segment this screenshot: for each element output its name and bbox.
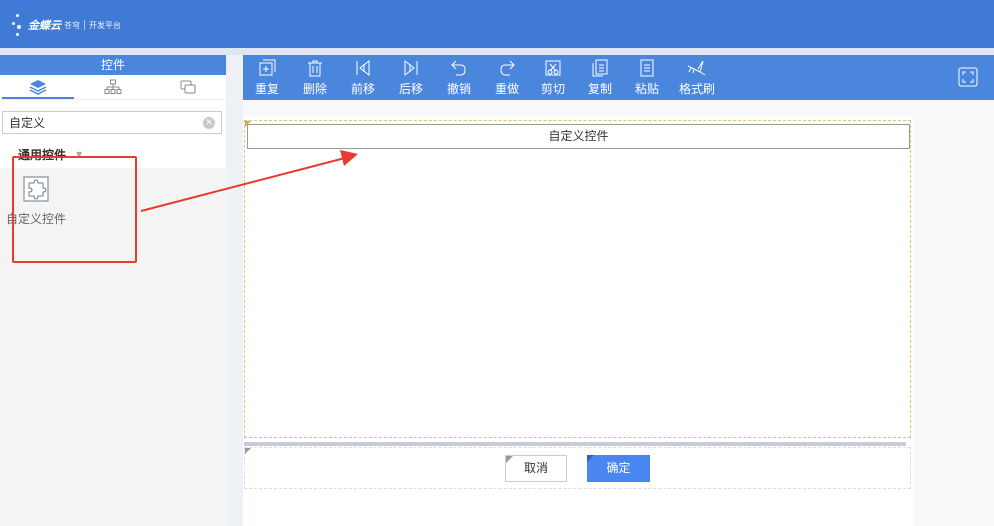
format-brush-button[interactable]: 格式刷 xyxy=(675,55,719,100)
window-icon xyxy=(180,80,196,94)
copy-button[interactable]: 复制 xyxy=(580,55,620,100)
org-tree-icon xyxy=(104,79,122,94)
logo-dots-icon xyxy=(12,14,24,36)
move-backward-label: 后移 xyxy=(398,82,423,96)
control-search-value: 自定义 xyxy=(9,116,46,130)
undo-button[interactable]: 撤销 xyxy=(439,55,479,100)
form-container[interactable] xyxy=(244,120,911,438)
format-brush-icon xyxy=(687,60,706,76)
repeat-label: 重复 xyxy=(254,82,279,96)
app-logo: 金蝶云 苍穹 开发平台 xyxy=(12,14,121,36)
clear-search-icon[interactable]: ✕ xyxy=(203,117,215,129)
move-forward-label: 前移 xyxy=(350,82,375,96)
redo-icon xyxy=(500,60,515,76)
annotation-highlight-box xyxy=(12,156,137,263)
delete-button[interactable]: 删除 xyxy=(295,55,335,100)
controls-panel-title: 控件 xyxy=(0,55,226,75)
active-tab-indicator xyxy=(2,97,74,99)
fullscreen-icon[interactable] xyxy=(958,67,978,87)
paste-icon xyxy=(640,59,654,77)
custom-control-element[interactable]: 自定义控件 xyxy=(247,124,910,149)
ok-label: 确定 xyxy=(606,461,631,475)
cut-button[interactable]: 剪切 xyxy=(533,55,573,100)
format-brush-label: 格式刷 xyxy=(678,82,715,96)
logo-sub: 苍穹 xyxy=(64,20,80,30)
repeat-icon xyxy=(259,59,276,76)
copy-label: 复制 xyxy=(587,82,612,96)
cut-label: 剪切 xyxy=(540,82,565,96)
delete-label: 删除 xyxy=(302,82,327,96)
trash-icon xyxy=(308,60,322,77)
undo-icon xyxy=(451,60,466,76)
move-backward-button[interactable]: 后移 xyxy=(391,55,431,100)
tab-structure[interactable] xyxy=(75,75,150,99)
logo-platform: 开发平台 xyxy=(89,20,121,30)
custom-control-title: 自定义控件 xyxy=(548,129,609,143)
designer-toolbar: 重复 删除 前移 后移 撤销 重做 剪切 复制 粘贴 格式刷 xyxy=(243,55,994,100)
redo-button[interactable]: 重做 xyxy=(487,55,527,100)
ok-button[interactable]: 确定 xyxy=(587,455,650,482)
copy-icon xyxy=(592,59,608,77)
paste-button[interactable]: 粘贴 xyxy=(627,55,667,100)
tab-controls[interactable] xyxy=(0,75,75,99)
tab-pages[interactable] xyxy=(151,75,226,99)
redo-label: 重做 xyxy=(494,82,519,96)
footer-corner-mark xyxy=(245,448,251,454)
control-search-input[interactable]: 自定义 ✕ xyxy=(2,111,222,134)
cancel-corner-mark xyxy=(506,456,513,463)
panel-gutter xyxy=(226,55,243,526)
cancel-button[interactable]: 取消 xyxy=(505,455,567,482)
cancel-label: 取消 xyxy=(523,461,548,475)
dialog-footer xyxy=(244,447,911,489)
footer-divider xyxy=(244,442,906,446)
paste-label: 粘贴 xyxy=(634,82,659,96)
controls-panel: 控件 自定义 ✕ 通用控件 ▼ 自定义控件 xyxy=(0,55,226,526)
header-strip xyxy=(0,48,994,55)
logo-brand: 金蝶云 xyxy=(28,19,61,32)
ok-corner-mark xyxy=(587,455,594,462)
top-bar: 金蝶云 苍穹 开发平台 xyxy=(0,0,994,48)
move-forward-icon xyxy=(356,59,370,77)
cut-icon xyxy=(545,60,561,76)
logo-separator xyxy=(84,20,85,30)
undo-label: 撤销 xyxy=(446,82,471,96)
layers-icon xyxy=(29,80,46,95)
repeat-button[interactable]: 重复 xyxy=(247,55,287,100)
move-forward-button[interactable]: 前移 xyxy=(343,55,383,100)
controls-panel-tabs xyxy=(0,75,226,100)
move-backward-icon xyxy=(404,59,418,77)
